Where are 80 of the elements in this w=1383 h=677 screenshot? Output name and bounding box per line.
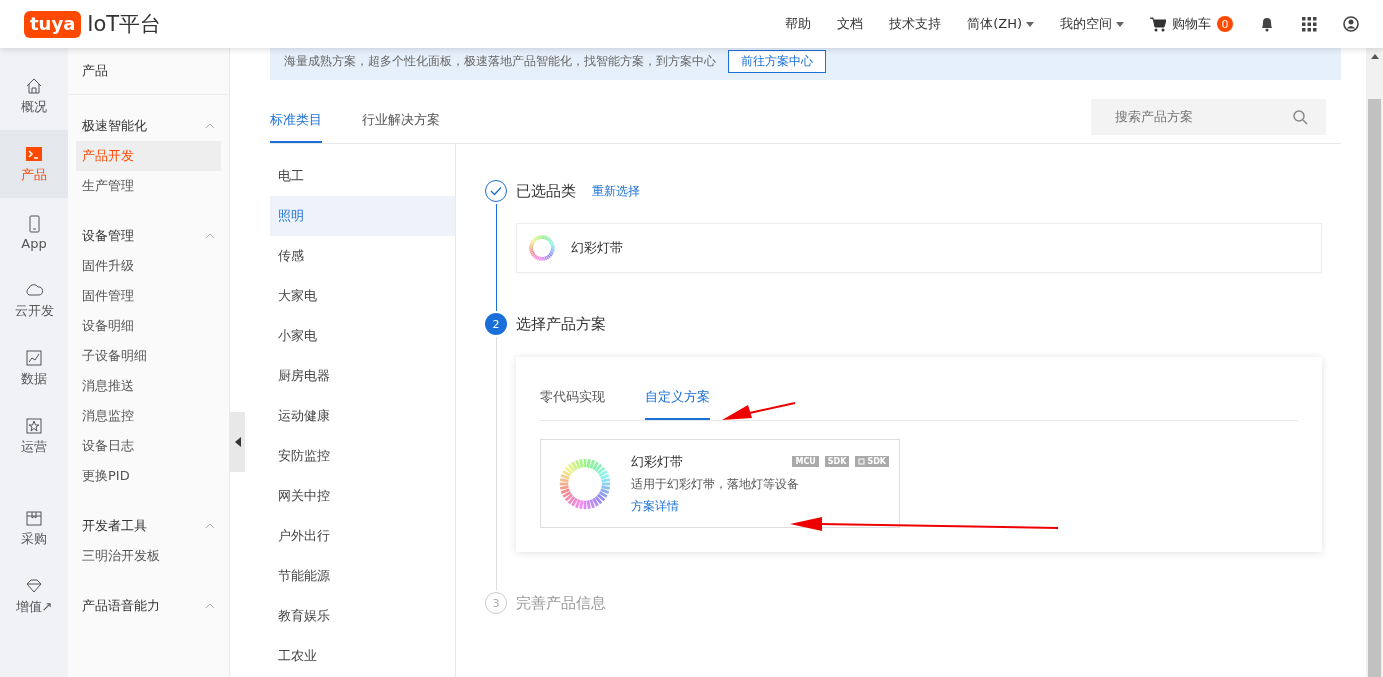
home-icon (24, 76, 44, 96)
solution-card[interactable]: 幻彩灯带 MCU SDK SDK 适用于幻彩灯带，落地灯等设备 方案详情 (540, 439, 900, 528)
category-item[interactable]: 网关中控 (270, 476, 455, 516)
menu-item[interactable]: 三明治开发板 (76, 541, 221, 571)
menu-item[interactable]: 消息推送 (76, 371, 221, 401)
bell-icon[interactable] (1259, 16, 1275, 32)
category-item[interactable]: 节能能源 (270, 556, 455, 596)
section-title: 产品 (68, 48, 229, 95)
solution-tab[interactable]: 零代码实现 (540, 375, 605, 420)
menu-item[interactable]: 生产管理 (76, 171, 221, 201)
category-item[interactable]: 户外出行 (270, 516, 455, 556)
menu-item[interactable]: 固件升级 (76, 251, 221, 281)
step-title: 已选品类 (516, 181, 576, 201)
category-item[interactable]: 照明 (270, 196, 455, 236)
category-name: 幻彩灯带 (571, 239, 623, 257)
rail-nav-item[interactable]: 云开发 (0, 266, 68, 334)
light-strip-icon (527, 233, 557, 263)
category-item[interactable]: 运动健康 (270, 396, 455, 436)
nav-link[interactable]: 帮助 (785, 15, 812, 33)
category-item[interactable]: 教育娱乐 (270, 596, 455, 636)
chart-icon (24, 348, 44, 368)
collapse-handle[interactable] (230, 412, 245, 472)
nav-link[interactable]: 我的空间 (1060, 15, 1112, 33)
solution-description: 适用于幻彩灯带，落地灯等设备 (631, 475, 800, 493)
category-item[interactable]: 小家电 (270, 316, 455, 356)
rail-nav-item[interactable]: 运营 (0, 402, 68, 470)
solution-name: 幻彩灯带 (631, 452, 683, 471)
category-item[interactable]: 工农业 (270, 636, 455, 676)
box-icon (24, 508, 44, 528)
category-item[interactable]: 电工 (270, 156, 455, 196)
rail-nav-item[interactable]: 增值↗ (0, 562, 68, 630)
cart-count: 0 (1217, 16, 1233, 32)
caret-icon[interactable] (1026, 21, 1034, 27)
caret-icon[interactable] (234, 437, 241, 447)
scroll-up-icon[interactable] (1370, 54, 1379, 59)
menu-item[interactable]: 固件管理 (76, 281, 221, 311)
step-title: 选择产品方案 (516, 314, 606, 334)
rail-nav-item[interactable]: App (0, 198, 68, 266)
nav-link[interactable]: 简体(ZH) (967, 15, 1022, 33)
search-icon[interactable] (1292, 108, 1308, 125)
menu-item[interactable]: 消息监控 (76, 401, 221, 431)
menu-item[interactable]: 设备日志 (76, 431, 221, 461)
group-title[interactable]: 产品语音能力 (82, 597, 160, 615)
nav-link[interactable]: 文档 (837, 15, 864, 33)
chip-icon (858, 458, 866, 465)
reselect-link[interactable]: 重新选择 (592, 182, 640, 200)
logo-text: IoT平台 (87, 11, 162, 38)
step-title: 完善产品信息 (516, 593, 606, 613)
group-title[interactable]: 开发者工具 (82, 517, 147, 535)
category-item[interactable]: 传感 (270, 236, 455, 276)
tag-label: SDK (867, 457, 886, 466)
cart-icon[interactable] (1150, 16, 1166, 32)
rail-nav-item[interactable]: 采购 (0, 494, 68, 562)
user-avatar-icon[interactable] (1343, 16, 1359, 32)
cart-link[interactable]: 购物车 (1172, 15, 1211, 33)
tag-label: SDK (827, 457, 847, 466)
menu-item[interactable]: 子设备明细 (76, 341, 221, 371)
category-tab[interactable]: 标准类目 (270, 98, 322, 143)
scrollbar[interactable] (1366, 48, 1383, 677)
terminal-icon (24, 144, 44, 164)
tag-label: MCU (795, 457, 816, 466)
category-item[interactable]: 安防监控 (270, 436, 455, 476)
rail-nav-item[interactable]: 概况 (0, 62, 68, 130)
solution-center-button[interactable]: 前往方案中心 (728, 49, 826, 73)
caret-icon[interactable] (1116, 21, 1124, 27)
category-item[interactable]: 厨房电器 (270, 356, 455, 396)
apps-grid-icon[interactable] (1301, 16, 1317, 32)
rail-nav-item[interactable]: 数据 (0, 334, 68, 402)
group-title[interactable]: 设备管理 (82, 227, 134, 245)
banner-text: 海量成熟方案，超多个性化面板，极速落地产品智能化，找智能方案，到方案中心 (284, 52, 716, 70)
solution-tab[interactable]: 自定义方案 (645, 375, 710, 420)
search-field[interactable]: 搜索产品方案 (1091, 98, 1326, 135)
nav-link[interactable]: 技术支持 (889, 15, 942, 33)
category-item[interactable]: 大家电 (270, 276, 455, 316)
menu-item[interactable]: 更换PID (76, 461, 221, 491)
group-title[interactable]: 极速智能化 (82, 117, 147, 135)
menu-item[interactable]: 设备明细 (76, 311, 221, 341)
details-link[interactable]: 方案详情 (631, 497, 889, 515)
step-number: 2 (485, 313, 507, 335)
category-tab[interactable]: 行业解决方案 (362, 98, 440, 143)
